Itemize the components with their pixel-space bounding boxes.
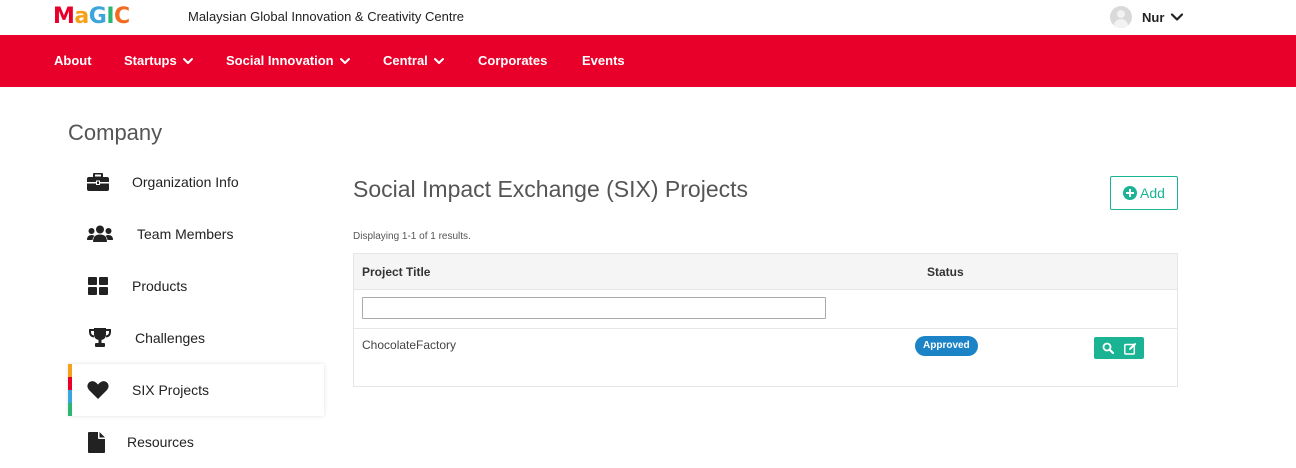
grid-icon — [86, 274, 110, 298]
add-button[interactable]: Add — [1110, 176, 1178, 210]
page-title: Social Impact Exchange (SIX) Projects — [353, 176, 748, 202]
site-name: Malaysian Global Innovation & Creativity… — [188, 9, 465, 24]
magic-logo[interactable]: MaGIC — [53, 6, 130, 28]
sidebar-item-six-projects[interactable]: SIX Projects — [68, 364, 324, 416]
active-indicator — [68, 364, 72, 416]
nav-item-label: Events — [582, 53, 625, 68]
sidebar-item-team-members[interactable]: Team Members — [68, 208, 324, 260]
nav-item-label: Central — [383, 53, 428, 68]
filter-row — [354, 290, 1177, 329]
chevron-down-icon[interactable] — [1170, 10, 1184, 24]
chevron-down-icon — [339, 57, 350, 64]
projects-table: Project Title Status ChocolateFactory Ap… — [353, 253, 1178, 387]
nav-item-label: Corporates — [478, 53, 548, 68]
sidebar-item-label: Organization Info — [132, 174, 239, 190]
nav-item-label: Startups — [124, 53, 177, 68]
nav-item-label: Social Innovation — [226, 53, 334, 68]
trophy-icon — [88, 326, 112, 350]
edit-icon — [1123, 342, 1136, 355]
nav-item-events[interactable]: Events — [582, 53, 625, 68]
view-button[interactable] — [1100, 340, 1116, 356]
nav-item-central[interactable]: Central — [383, 53, 445, 68]
column-header-status[interactable]: Status — [927, 265, 964, 279]
file-icon — [84, 430, 108, 454]
chevron-down-icon — [182, 57, 193, 64]
status-badge: Approved — [915, 336, 978, 356]
logo-letter: C — [114, 4, 130, 29]
sidebar-item-resources[interactable]: Resources — [68, 416, 324, 468]
heart-icon — [86, 378, 110, 402]
user-menu[interactable]: Nur — [1110, 5, 1184, 29]
logo-letter: a — [74, 4, 89, 29]
sidebar-item-label: Challenges — [135, 330, 206, 346]
chevron-down-icon — [433, 57, 444, 64]
results-summary: Displaying 1-1 of 1 results. — [353, 231, 471, 242]
sidebar-item-products[interactable]: Products — [68, 260, 324, 312]
nav-item-startups[interactable]: Startups — [124, 53, 194, 68]
row-actions — [1094, 337, 1144, 359]
sidebar-item-label: Resources — [127, 434, 194, 450]
column-header-project-title[interactable]: Project Title — [362, 265, 430, 279]
briefcase-icon — [86, 170, 110, 194]
logo-letter: M — [53, 4, 75, 29]
table-header: Project Title Status — [354, 254, 1177, 290]
add-button-label: Add — [1140, 185, 1165, 201]
sidebar-item-label: Team Members — [137, 226, 234, 242]
nav-item-social-innovation[interactable]: Social Innovation — [226, 53, 351, 68]
edit-button[interactable] — [1122, 340, 1138, 356]
main-nav: About Startups Social Innovation Central… — [0, 35, 1296, 87]
sidebar-item-label: Products — [132, 278, 188, 294]
users-icon — [86, 222, 114, 246]
top-bar: MaGIC Malaysian Global Innovation & Crea… — [0, 0, 1296, 35]
nav-item-about[interactable]: About — [54, 53, 92, 68]
logo-letter: I — [106, 4, 115, 29]
avatar[interactable] — [1110, 6, 1132, 28]
logo-letter: G — [88, 4, 107, 29]
sidebar-title: Company — [68, 120, 163, 145]
project-title-filter-input[interactable] — [362, 297, 826, 319]
nav-item-corporates[interactable]: Corporates — [478, 53, 547, 68]
table-row: ChocolateFactory Approved — [354, 329, 1177, 386]
sidebar-item-organization-info[interactable]: Organization Info — [68, 156, 324, 208]
plus-circle-icon — [1123, 186, 1138, 200]
nav-item-label: About — [54, 53, 92, 68]
sidebar-item-challenges[interactable]: Challenges — [68, 312, 324, 364]
search-icon — [1102, 342, 1114, 354]
project-title-cell: ChocolateFactory — [362, 338, 457, 352]
user-name[interactable]: Nur — [1142, 10, 1164, 25]
sidebar-item-label: SIX Projects — [132, 382, 210, 398]
